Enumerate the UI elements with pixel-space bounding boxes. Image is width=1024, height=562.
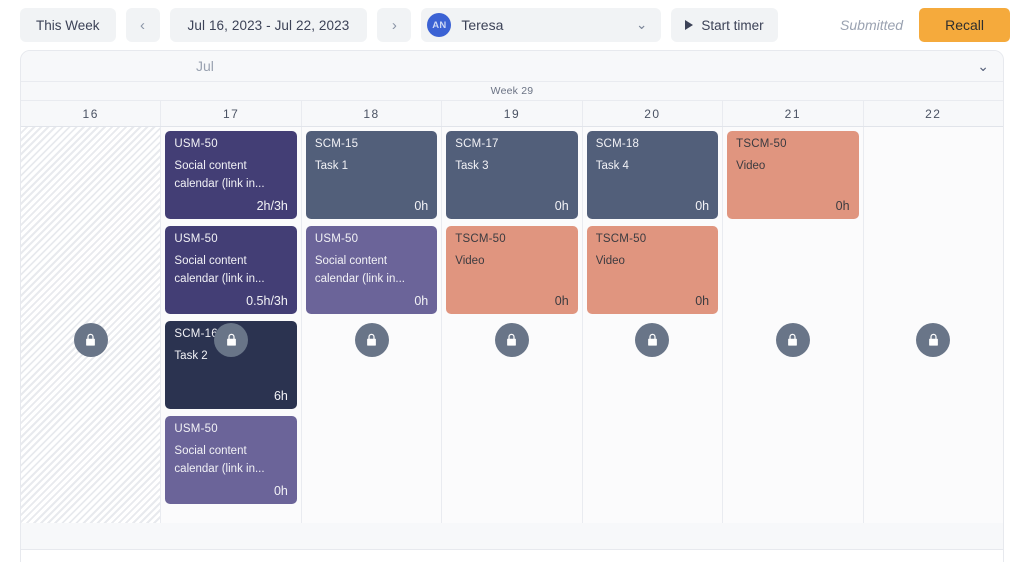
time-entry-card[interactable]: USM-50 Social content calendar (link in..… bbox=[165, 131, 296, 219]
entry-title: Social content calendar (link in... bbox=[315, 253, 428, 292]
entry-code: SCM-18 bbox=[596, 138, 709, 150]
entry-code: USM-50 bbox=[174, 423, 287, 435]
previous-week-button[interactable]: ‹ bbox=[126, 8, 160, 42]
entry-title: Social content calendar (link in... bbox=[174, 158, 287, 197]
recall-button[interactable]: Recall bbox=[919, 8, 1010, 42]
entry-hours: 2h/3h bbox=[174, 199, 287, 213]
time-entry-card[interactable]: USM-50 Social content calendar (link in..… bbox=[165, 226, 296, 314]
start-timer-label: Start timer bbox=[701, 18, 763, 33]
entry-code: USM-50 bbox=[174, 138, 287, 150]
entry-title: Social content calendar (link in... bbox=[174, 253, 287, 292]
day-number-17[interactable]: 17 bbox=[161, 101, 301, 126]
day-number-18[interactable]: 18 bbox=[302, 101, 442, 126]
entry-title: Task 4 bbox=[596, 158, 709, 197]
entry-title: Social content calendar (link in... bbox=[174, 443, 287, 482]
entry-title: Video bbox=[596, 253, 709, 292]
day-column-21[interactable]: TSCM-50 Video 0h bbox=[723, 127, 863, 523]
day-numbers-row: 16171819202122 bbox=[21, 101, 1003, 127]
entry-hours: 0.5h/3h bbox=[174, 294, 287, 308]
status-badge: Submitted bbox=[840, 17, 909, 33]
day-column-18[interactable]: SCM-15 Task 1 0h USM-50 Social content calen… bbox=[302, 127, 442, 523]
entry-hours: 6h bbox=[174, 389, 287, 403]
day-column-22[interactable] bbox=[864, 127, 1003, 523]
lock-icon[interactable] bbox=[74, 323, 108, 357]
date-range-button[interactable]: Jul 16, 2023 - Jul 22, 2023 bbox=[170, 8, 368, 42]
calendar-panel: Jul ⌄ Week 29 16171819202122 USM-50 Socia… bbox=[20, 50, 1004, 550]
time-entry-card[interactable]: USM-50 Social content calendar (link in..… bbox=[165, 416, 296, 504]
day-number-16[interactable]: 16 bbox=[21, 101, 161, 126]
day-number-22[interactable]: 22 bbox=[864, 101, 1003, 126]
entry-code: SCM-17 bbox=[455, 138, 568, 150]
day-number-19[interactable]: 19 bbox=[442, 101, 582, 126]
footer-cell-17: Pending bbox=[161, 550, 301, 562]
entry-title: Task 1 bbox=[315, 158, 428, 197]
entry-code: TSCM-50 bbox=[455, 233, 568, 245]
month-header: Jul ⌄ bbox=[21, 51, 1003, 81]
day-number-21[interactable]: 21 bbox=[723, 101, 863, 126]
day-column-20[interactable]: SCM-18 Task 4 0h TSCM-50 Video 0h bbox=[583, 127, 723, 523]
footer-cell-22: Pending bbox=[863, 550, 1003, 562]
month-label: Jul bbox=[196, 58, 214, 74]
entry-hours: 0h bbox=[315, 294, 428, 308]
entry-title: Video bbox=[455, 253, 568, 292]
time-entry-card[interactable]: SCM-18 Task 4 0h bbox=[587, 131, 718, 219]
top-toolbar: This Week ‹ Jul 16, 2023 - Jul 22, 2023 … bbox=[0, 0, 1024, 50]
entry-code: TSCM-50 bbox=[736, 138, 849, 150]
time-entry-card[interactable]: TSCM-50 Video 0h bbox=[727, 131, 858, 219]
lock-icon[interactable] bbox=[214, 323, 248, 357]
avatar: AN bbox=[427, 13, 451, 37]
lock-icon[interactable] bbox=[635, 323, 669, 357]
entry-code: USM-50 bbox=[315, 233, 428, 245]
footer-cell-21: Pending bbox=[722, 550, 862, 562]
time-entry-card[interactable]: TSCM-50 Video 0h bbox=[446, 226, 577, 314]
time-entry-card[interactable]: SCM-17 Task 3 0h bbox=[446, 131, 577, 219]
entry-hours: 0h bbox=[315, 199, 428, 213]
day-number-20[interactable]: 20 bbox=[583, 101, 723, 126]
week-header: Week 29 bbox=[21, 81, 1003, 101]
week-label: Week 29 bbox=[491, 85, 534, 97]
user-selector[interactable]: AN Teresa ⌄ bbox=[421, 8, 661, 42]
lock-icon[interactable] bbox=[916, 323, 950, 357]
chevron-down-icon: ⌄ bbox=[636, 17, 647, 33]
lock-icon[interactable] bbox=[776, 323, 810, 357]
lock-icon[interactable] bbox=[355, 323, 389, 357]
next-week-button[interactable]: › bbox=[377, 8, 411, 42]
user-name-label: Teresa bbox=[461, 17, 503, 33]
entry-hours: 0h bbox=[174, 484, 287, 498]
time-entry-card[interactable]: SCM-15 Task 1 0h bbox=[306, 131, 437, 219]
entry-hours: 0h bbox=[455, 199, 568, 213]
day-column-16[interactable] bbox=[21, 127, 161, 523]
entry-title: Task 3 bbox=[455, 158, 568, 197]
entry-hours: 0h bbox=[455, 294, 568, 308]
footer-cell-19: Pending bbox=[442, 550, 582, 562]
chevron-down-icon[interactable]: ⌄ bbox=[977, 59, 989, 73]
footer-cell-16: Pending bbox=[21, 550, 161, 562]
status-footer: PendingPendingPendingPendingPendingPendi… bbox=[20, 550, 1004, 562]
time-entry-card[interactable]: TSCM-50 Video 0h bbox=[587, 226, 718, 314]
entry-hours: 0h bbox=[596, 294, 709, 308]
lock-icon[interactable] bbox=[495, 323, 529, 357]
footer-cell-18: Pending bbox=[302, 550, 442, 562]
entry-code: SCM-15 bbox=[315, 138, 428, 150]
entry-code: TSCM-50 bbox=[596, 233, 709, 245]
footer-cell-20: Pending bbox=[582, 550, 722, 562]
entry-hours: 0h bbox=[596, 199, 709, 213]
this-week-button[interactable]: This Week bbox=[20, 8, 116, 42]
time-entry-card[interactable]: USM-50 Social content calendar (link in..… bbox=[306, 226, 437, 314]
day-column-17[interactable]: USM-50 Social content calendar (link in..… bbox=[161, 127, 301, 523]
play-icon bbox=[685, 20, 693, 30]
day-columns: USM-50 Social content calendar (link in..… bbox=[21, 127, 1003, 523]
entry-title: Video bbox=[736, 158, 849, 197]
start-timer-button[interactable]: Start timer bbox=[671, 8, 777, 42]
day-column-19[interactable]: SCM-17 Task 3 0h TSCM-50 Video 0h bbox=[442, 127, 582, 523]
entry-hours: 0h bbox=[736, 199, 849, 213]
entry-code: USM-50 bbox=[174, 233, 287, 245]
